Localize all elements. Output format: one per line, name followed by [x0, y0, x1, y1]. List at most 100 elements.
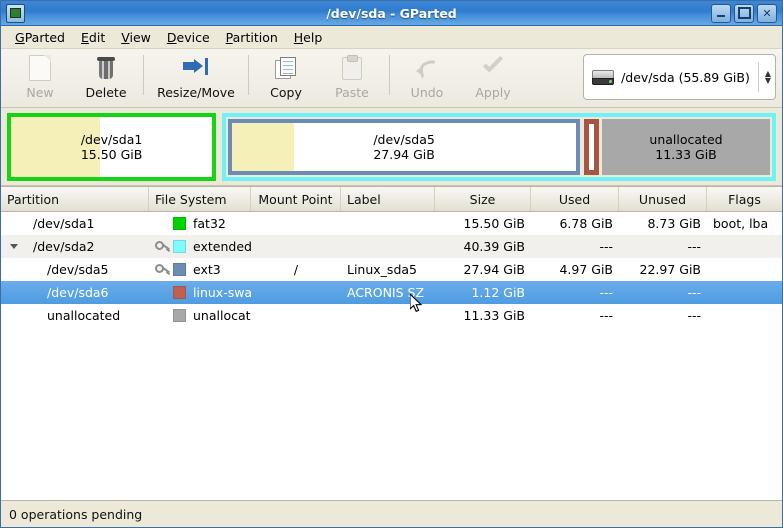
- cell-unused: ---: [687, 285, 701, 300]
- toolbar-separator: [248, 55, 249, 95]
- cell-filesystem-text: linux-swap: [193, 285, 251, 300]
- table-header: Partition File System Mount Point Label …: [1, 187, 782, 212]
- undo-arrow-icon: [416, 57, 442, 80]
- new-button[interactable]: New: [7, 51, 73, 103]
- column-header-filesystem[interactable]: File System: [149, 187, 251, 211]
- graphic-size-sda5: 27.94 GiB: [373, 146, 435, 162]
- undo-button[interactable]: Undo: [394, 51, 460, 103]
- device-selector-label: /dev/sda (55.89 GiB): [621, 69, 750, 85]
- resize-move-arrow-icon: [183, 58, 209, 78]
- graphic-block-sda6-swap[interactable]: [584, 118, 600, 175]
- graphic-name-unallocated: unallocated: [649, 131, 723, 147]
- apply-button[interactable]: Apply: [460, 51, 526, 103]
- cell-partition: /dev/sda1: [1, 212, 149, 235]
- gparted-window: /dev/sda - GParted ✕ GParted Edit View D…: [0, 0, 783, 528]
- row-expander-placeholder: [7, 258, 21, 281]
- menu-device-label: evice: [176, 29, 210, 45]
- cell-filesystem: ext3: [149, 258, 251, 281]
- cell-unused: 8.73 GiB: [647, 216, 701, 231]
- row-expander-placeholder: [7, 304, 21, 327]
- row-expander-placeholder: [7, 281, 21, 304]
- filesystem-color-swatch: [173, 263, 186, 276]
- menu-edit[interactable]: Edit: [73, 28, 113, 47]
- graphic-block-unallocated[interactable]: unallocated 11.33 GiB: [602, 118, 770, 175]
- gparted-app-icon: [6, 3, 25, 23]
- device-selector[interactable]: /dev/sda (55.89 GiB) ▲ ▼: [583, 54, 776, 100]
- graphic-block-extended-sda2[interactable]: /dev/sda5 27.94 GiB unallocated 11.33 Gi…: [222, 112, 776, 181]
- row-expander-placeholder: [7, 212, 21, 235]
- column-header-label[interactable]: Label: [341, 187, 435, 211]
- status-bar: 0 operations pending: [1, 500, 782, 527]
- copy-button[interactable]: Copy: [253, 51, 319, 103]
- cell-label: [341, 212, 435, 235]
- table-row[interactable]: /dev/sda2 extended 40.39 GiB --- ---: [1, 235, 782, 258]
- cell-used: ---: [599, 308, 613, 323]
- cell-partition-text: /dev/sda6: [47, 285, 109, 300]
- cell-size: 27.94 GiB: [463, 262, 526, 277]
- table-row[interactable]: /dev/sda1 fat32 15.50 GiB 6.78 GiB 8.73 …: [1, 212, 782, 235]
- menu-help[interactable]: Help: [286, 28, 331, 47]
- graphic-block-sda1[interactable]: /dev/sda1 15.50 GiB: [7, 112, 217, 181]
- close-button[interactable]: ✕: [757, 3, 777, 23]
- column-header-flags[interactable]: Flags: [707, 187, 782, 211]
- new-document-icon: [29, 55, 51, 81]
- maximize-button[interactable]: [734, 3, 754, 23]
- paste-button-label: Paste: [335, 85, 369, 100]
- menu-edit-label: dit: [88, 29, 106, 45]
- cell-mount-point: /: [293, 262, 299, 277]
- resize-move-button[interactable]: Resize/Move: [148, 51, 244, 103]
- title-bar: /dev/sda - GParted ✕: [1, 1, 782, 26]
- table-row[interactable]: unallocated unallocated 11.33 GiB --- --…: [1, 304, 782, 327]
- row-expander-triangle-icon[interactable]: [7, 235, 21, 258]
- toolbar: New Delete Resize/Move Copy Paste Undo A…: [1, 49, 782, 108]
- column-header-unused[interactable]: Unused: [619, 187, 707, 211]
- graphic-block-sda5[interactable]: /dev/sda5 27.94 GiB: [228, 118, 581, 175]
- cell-mount-point: [251, 212, 341, 235]
- apply-button-label: Apply: [475, 85, 511, 100]
- cell-label: ACRONIS SZ: [347, 285, 425, 300]
- graphic-name-sda1: /dev/sda1: [80, 131, 143, 147]
- menu-bar: GParted Edit View Device Partition Help: [1, 26, 782, 49]
- undo-button-label: Undo: [410, 85, 444, 100]
- resize-move-button-label: Resize/Move: [157, 85, 235, 100]
- minimize-button[interactable]: [711, 3, 731, 23]
- graphic-used-sda5: [232, 122, 295, 171]
- delete-button-label: Delete: [85, 85, 127, 100]
- column-header-size[interactable]: Size: [435, 187, 531, 211]
- filesystem-color-swatch: [173, 217, 186, 230]
- status-bar-text: 0 operations pending: [9, 506, 143, 522]
- column-header-mount-point[interactable]: Mount Point: [251, 187, 341, 211]
- cell-filesystem-text: fat32: [193, 216, 226, 231]
- table-body: /dev/sda1 fat32 15.50 GiB 6.78 GiB 8.73 …: [1, 212, 782, 500]
- cell-flags: [707, 281, 782, 304]
- cell-partition-text: /dev/sda1: [33, 216, 95, 231]
- menu-device[interactable]: Device: [159, 28, 218, 47]
- cell-filesystem-text: ext3: [193, 262, 221, 277]
- menu-gparted[interactable]: GParted: [7, 28, 73, 47]
- key-icon: [155, 240, 171, 254]
- paste-clipboard-icon: [342, 54, 362, 80]
- cell-used: ---: [599, 239, 613, 254]
- filesystem-color-swatch: [173, 286, 186, 299]
- device-selector-spinner-icon[interactable]: ▲ ▼: [765, 70, 771, 85]
- cell-unused: 22.97 GiB: [639, 262, 702, 277]
- menu-partition[interactable]: Partition: [218, 28, 286, 47]
- delete-button[interactable]: Delete: [73, 51, 139, 103]
- cell-mount-point: [251, 281, 341, 304]
- cell-partition-text: unallocated: [47, 308, 121, 323]
- window-title: /dev/sda - GParted: [326, 5, 457, 21]
- column-header-used[interactable]: Used: [531, 187, 619, 211]
- cell-label: [341, 235, 435, 258]
- menu-gparted-label: Parted: [24, 29, 65, 45]
- toolbar-separator: [389, 55, 390, 95]
- table-row[interactable]: /dev/sda5 ext3 / Linux_sda5 27.94 GiB 4.…: [1, 258, 782, 281]
- table-row[interactable]: /dev/sda6 linux-swap ACRONIS SZ 1.12 GiB…: [1, 281, 782, 304]
- graphic-size-unallocated: 11.33 GiB: [655, 146, 717, 162]
- graphic-swap-inner: [587, 121, 597, 172]
- cell-mount-point: [251, 304, 341, 327]
- cell-partition: /dev/sda2: [1, 235, 149, 258]
- cell-size: 11.33 GiB: [463, 308, 526, 323]
- column-header-partition[interactable]: Partition: [1, 187, 149, 211]
- menu-view[interactable]: View: [113, 28, 159, 47]
- paste-button[interactable]: Paste: [319, 51, 385, 103]
